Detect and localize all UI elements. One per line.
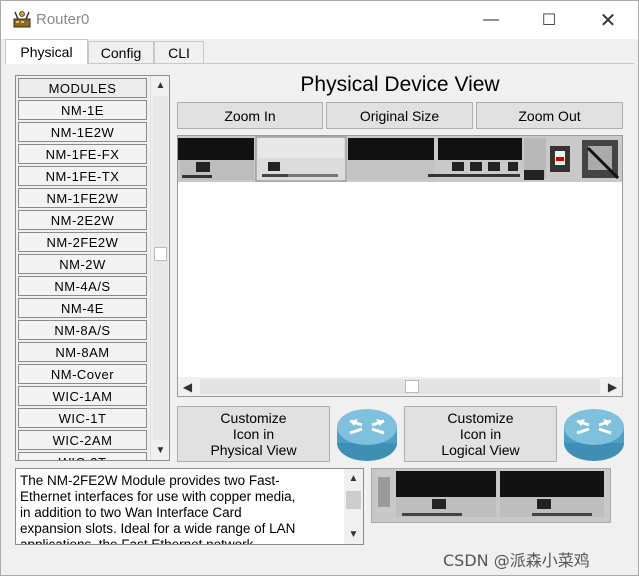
description-line: The NM-2FE2W Module provides two Fast- xyxy=(20,473,280,488)
device-view-canvas[interactable]: ◀ ▶ xyxy=(177,135,623,397)
tab-physical[interactable]: Physical xyxy=(5,39,88,64)
module-preview-image xyxy=(371,468,611,523)
module-item[interactable]: NM-2FE2W xyxy=(18,232,147,252)
module-item[interactable]: NM-1FE2W xyxy=(18,188,147,208)
module-item[interactable]: WIC-2T xyxy=(18,452,147,460)
close-icon: ✕ xyxy=(599,9,617,32)
scroll-thumb[interactable] xyxy=(154,247,167,261)
description-line: Ethernet interfaces for use with copper … xyxy=(20,489,296,504)
customize-physical-icon-button[interactable]: Customize Icon in Physical View xyxy=(177,406,330,462)
scroll-track[interactable] xyxy=(153,96,168,440)
original-size-button[interactable]: Original Size xyxy=(326,102,473,129)
button-line: Icon in xyxy=(459,426,502,442)
window-title: Router0 xyxy=(36,11,90,28)
module-item[interactable]: WIC-1T xyxy=(18,408,147,428)
module-item[interactable]: NM-8A/S xyxy=(18,320,147,340)
router-window: Router0 — ☐ ✕ Physical Config CLI MODULE… xyxy=(0,0,639,576)
module-item[interactable]: WIC-2AM xyxy=(18,430,147,450)
module-item[interactable]: NM-2W xyxy=(18,254,147,274)
module-item[interactable]: NM-1FE-TX xyxy=(18,166,147,186)
module-item[interactable]: NM-2E2W xyxy=(18,210,147,230)
tab-config[interactable]: Config xyxy=(88,41,154,63)
module-item[interactable]: NM-4A/S xyxy=(18,276,147,296)
module-item[interactable]: NM-1E xyxy=(18,100,147,120)
module-list: MODULES NM-1E NM-1E2W NM-1FE-FX NM-1FE-T… xyxy=(15,75,170,461)
physical-device-view-title: Physical Device View xyxy=(300,73,500,96)
button-line: Customize xyxy=(447,410,514,426)
button-line: Logical View xyxy=(441,442,520,458)
module-item[interactable]: NM-4E xyxy=(18,298,147,318)
description-line: in addition to two Wan Interface Card xyxy=(20,505,242,520)
maximize-icon: ☐ xyxy=(541,12,557,29)
customize-logical-icon-button[interactable]: Customize Icon in Logical View xyxy=(404,406,557,462)
scroll-left-icon[interactable]: ◀ xyxy=(178,377,197,396)
module-item[interactable]: NM-1E2W xyxy=(18,122,147,142)
device-view-hscrollbar[interactable]: ◀ ▶ xyxy=(178,377,622,396)
zoom-out-button[interactable]: Zoom Out xyxy=(476,102,623,129)
description-line: applications, the Fast Ethernet network xyxy=(20,537,254,545)
scroll-up-icon[interactable]: ▲ xyxy=(344,469,363,488)
tab-cli[interactable]: CLI xyxy=(154,41,204,63)
description-line: expansion slots. Ideal for a wide range … xyxy=(20,521,296,536)
close-button[interactable]: ✕ xyxy=(585,5,631,35)
button-line: Customize xyxy=(220,410,287,426)
description-scrollbar[interactable]: ▲ ▼ xyxy=(344,469,363,544)
scroll-down-icon[interactable]: ▼ xyxy=(151,441,169,460)
nm-2fe2w-module-image xyxy=(372,469,610,522)
module-item[interactable]: NM-Cover xyxy=(18,364,147,384)
button-line: Physical View xyxy=(210,442,297,458)
title-bar: Router0 — ☐ ✕ xyxy=(1,1,638,39)
minimize-button[interactable]: — xyxy=(468,5,514,35)
maximize-button[interactable]: ☐ xyxy=(526,5,572,35)
scroll-down-icon[interactable]: ▼ xyxy=(344,525,363,544)
scroll-thumb[interactable] xyxy=(346,491,361,509)
router-icon xyxy=(337,409,397,461)
button-line: Icon in xyxy=(232,426,275,442)
modules-header: MODULES xyxy=(18,78,147,98)
module-description: The NM-2FE2W Module provides two Fast- E… xyxy=(15,468,364,545)
scroll-right-icon[interactable]: ▶ xyxy=(603,377,622,396)
router-icon xyxy=(564,409,624,461)
module-list-scrollbar[interactable]: ▲ ▼ xyxy=(150,76,169,460)
hscroll-thumb[interactable] xyxy=(405,380,419,393)
scroll-up-icon[interactable]: ▲ xyxy=(151,76,169,95)
watermark: CSDN @派森小菜鸡 xyxy=(443,551,590,570)
module-item[interactable]: NM-8AM xyxy=(18,342,147,362)
hscroll-track[interactable] xyxy=(200,379,600,394)
module-description-text: The NM-2FE2W Module provides two Fast- E… xyxy=(20,473,342,545)
minimize-icon: — xyxy=(483,11,499,28)
router-app-icon xyxy=(13,11,31,28)
module-item[interactable]: NM-1FE-FX xyxy=(18,144,147,164)
module-item[interactable]: WIC-1AM xyxy=(18,386,147,406)
router-chassis-image xyxy=(178,136,622,182)
zoom-in-button[interactable]: Zoom In xyxy=(177,102,323,129)
